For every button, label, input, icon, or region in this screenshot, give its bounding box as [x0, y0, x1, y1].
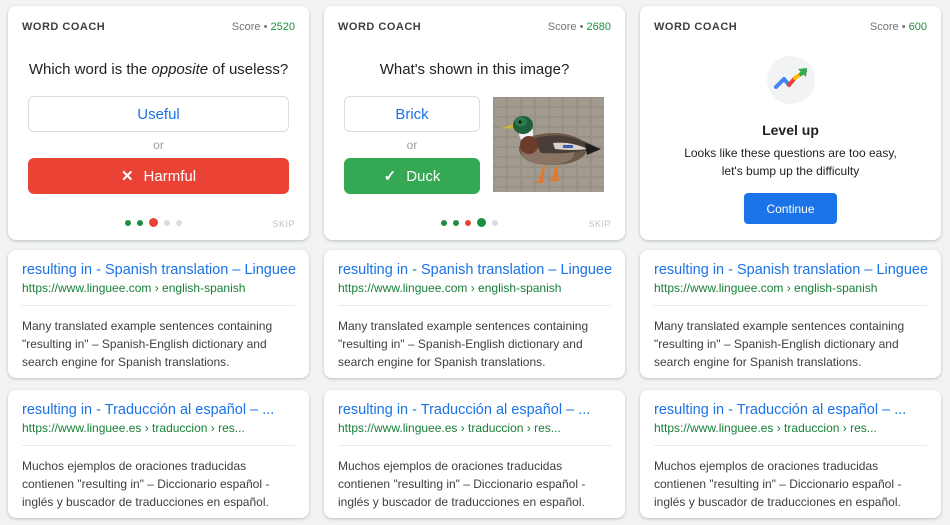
- search-result-card: resulting in - Spanish translation – Lin…: [324, 250, 625, 378]
- result-snippet: Many translated example sentences contai…: [654, 319, 905, 369]
- or-label: or: [153, 138, 164, 152]
- progress-dot: [164, 219, 170, 226]
- result-url[interactable]: https://www.linguee.es › traduccion › re…: [22, 421, 299, 435]
- result-snippet: Muchos ejemplos de oraciones traducidas …: [338, 459, 586, 509]
- result-snippet: Muchos ejemplos de oraciones traducidas …: [22, 459, 270, 509]
- progress-dot: [125, 219, 131, 226]
- check-icon: ✓: [383, 168, 397, 185]
- search-result-card: resulting in - Spanish translation – Lin…: [8, 250, 309, 378]
- divider: [22, 305, 295, 306]
- word-coach-title: WORD COACH: [654, 21, 738, 33]
- divider: [22, 445, 295, 446]
- divider: [338, 445, 611, 446]
- question: Which word is the opposite of useless?: [28, 61, 289, 78]
- score-value: 2680: [586, 21, 611, 33]
- word-coach-card-1: WORD COACH Score • 2520 Which word is th…: [8, 6, 309, 240]
- word-coach-header: WORD COACH Score • 2680: [338, 21, 611, 33]
- result-snippet: Muchos ejemplos de oraciones traducidas …: [654, 459, 902, 509]
- search-result-card: resulting in - Traducción al español – .…: [640, 390, 941, 518]
- progress-dot: [176, 219, 182, 226]
- result-url[interactable]: https://www.linguee.com › english-spanis…: [654, 281, 931, 295]
- option-brick-button[interactable]: Brick: [344, 96, 480, 132]
- result-url[interactable]: https://www.linguee.es › traduccion › re…: [338, 421, 615, 435]
- option-harmful-button[interactable]: ✕ Harmful: [28, 158, 289, 194]
- duck-image: [493, 97, 604, 192]
- x-icon: ✕: [120, 168, 134, 185]
- word-coach-header: WORD COACH Score • 600: [654, 21, 927, 33]
- progress-dot: [137, 219, 143, 226]
- progress-dot: [149, 218, 158, 227]
- continue-button[interactable]: Continue: [744, 193, 837, 224]
- progress-dot: [465, 219, 471, 226]
- word-coach-title: WORD COACH: [22, 21, 106, 33]
- or-label: or: [406, 138, 418, 152]
- level-up-description: Looks like these questions are too easy,…: [684, 146, 897, 178]
- progress-dot: [477, 218, 486, 227]
- progress-dots: [441, 218, 498, 227]
- search-result-card: resulting in - Traducción al español – .…: [324, 390, 625, 518]
- score-value: 2520: [270, 21, 295, 33]
- word-coach-title: WORD COACH: [338, 21, 422, 33]
- option-duck-button[interactable]: ✓ Duck: [344, 158, 480, 194]
- result-url[interactable]: https://www.linguee.com › english-spanis…: [338, 281, 615, 295]
- result-title-link[interactable]: resulting in - Traducción al español – .…: [22, 402, 299, 418]
- result-url[interactable]: https://www.linguee.es › traduccion › re…: [654, 421, 931, 435]
- search-result-card: resulting in - Spanish translation – Lin…: [640, 250, 941, 378]
- result-title-link[interactable]: resulting in - Spanish translation – Lin…: [654, 262, 931, 278]
- option-useful-button[interactable]: Useful: [28, 96, 289, 132]
- result-title-link[interactable]: resulting in - Traducción al español – .…: [338, 402, 615, 418]
- divider: [654, 305, 927, 306]
- word-coach-header: WORD COACH Score • 2520: [22, 21, 295, 33]
- divider: [654, 445, 927, 446]
- level-up-title: Level up: [762, 122, 819, 138]
- score-value: 600: [908, 21, 927, 33]
- progress-dot: [492, 219, 498, 226]
- result-snippet: Many translated example sentences contai…: [338, 319, 589, 369]
- skip-button[interactable]: SKIP: [588, 219, 611, 229]
- result-title-link[interactable]: resulting in - Spanish translation – Lin…: [22, 262, 299, 278]
- result-title-link[interactable]: resulting in - Spanish translation – Lin…: [338, 262, 615, 278]
- result-snippet: Many translated example sentences contai…: [22, 319, 273, 369]
- progress-dot: [453, 219, 459, 226]
- result-url[interactable]: https://www.linguee.com › english-spanis…: [22, 281, 299, 295]
- divider: [338, 305, 611, 306]
- search-result-card: resulting in - Traducción al español – .…: [8, 390, 309, 518]
- progress-dot: [441, 219, 447, 226]
- result-title-link[interactable]: resulting in - Traducción al español – .…: [654, 402, 931, 418]
- progress-dots: [125, 218, 182, 227]
- trending-up-icon: [766, 56, 815, 104]
- word-coach-card-3: WORD COACH Score • 600 Level up Looks li…: [640, 6, 941, 240]
- skip-button[interactable]: SKIP: [272, 219, 295, 229]
- score: Score • 2680: [547, 21, 611, 33]
- question: What's shown in this image?: [379, 61, 570, 78]
- score: Score • 2520: [231, 21, 295, 33]
- score: Score • 600: [869, 21, 927, 33]
